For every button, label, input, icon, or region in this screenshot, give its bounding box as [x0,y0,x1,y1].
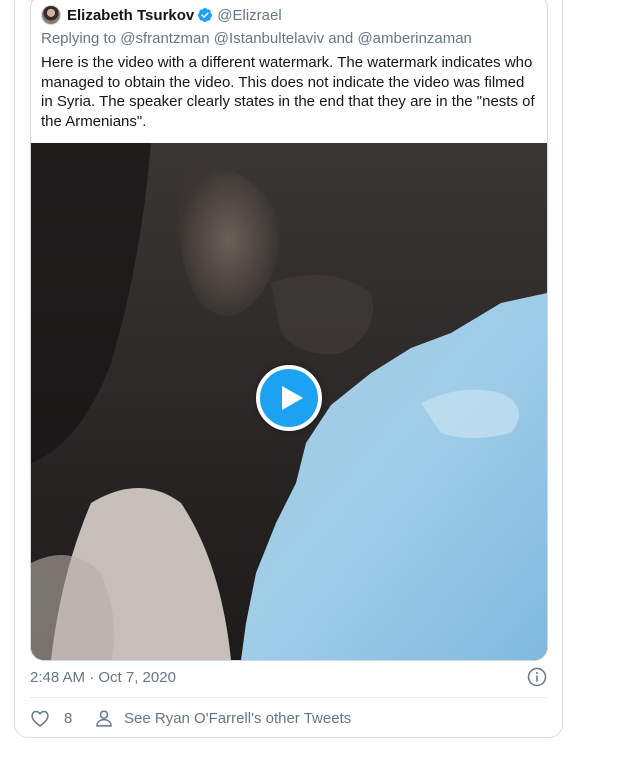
heart-icon [31,710,49,727]
info-icon[interactable] [527,667,547,687]
like-count: 8 [64,709,73,727]
author-name[interactable]: Elizabeth Tsurkov [67,7,194,24]
divider [30,697,548,698]
like-button[interactable]: 8 [30,708,72,728]
video-player[interactable] [31,143,547,660]
person-icon [96,710,112,727]
verified-badge-icon [198,8,213,22]
quoted-tweet-author[interactable]: Elizabeth Tsurkov @Elizrael [41,5,282,25]
tweet-text: Here is the video with a different water… [41,54,535,130]
see-other-tweets-link[interactable]: See Ryan O'Farrell's other Tweets [94,708,351,728]
author-avatar[interactable] [41,5,61,25]
tweet-timestamp[interactable]: 2:48 AM · Oct 7, 2020 [30,669,176,686]
see-other-tweets-label: See Ryan O'Farrell's other Tweets [124,709,352,727]
author-handle[interactable]: @Elizrael [217,7,281,24]
play-icon [282,386,303,410]
replying-to-line[interactable]: Replying to @sfrantzman @Istanbultelaviv… [41,30,472,47]
play-button[interactable] [256,365,322,431]
quoted-tweet[interactable]: Elizabeth Tsurkov @Elizrael Replying to … [30,0,548,661]
